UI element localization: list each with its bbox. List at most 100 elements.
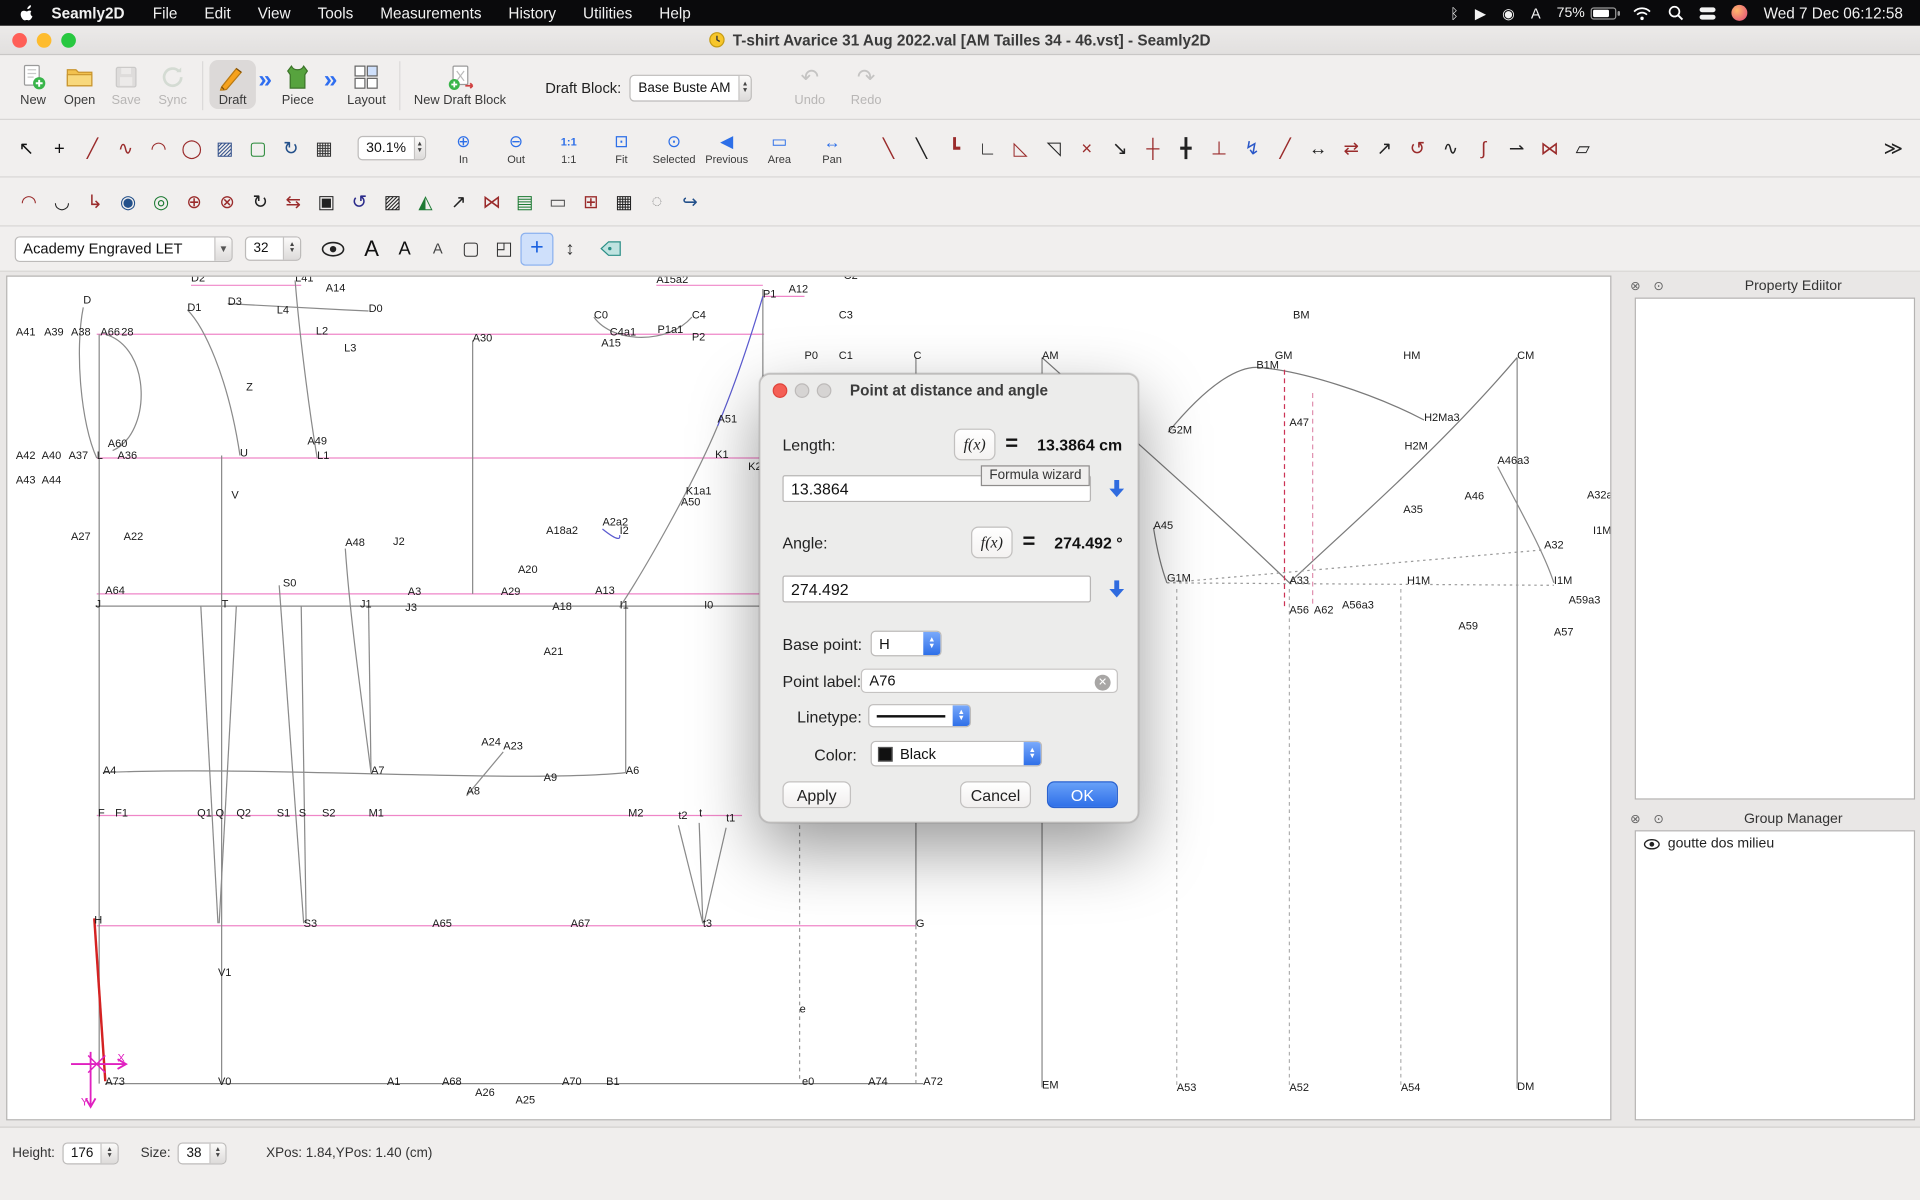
insert-node-tool[interactable]: ▭: [541, 185, 574, 218]
font-family-select[interactable]: Academy Engraved LET ▼: [15, 236, 233, 262]
battery-icon[interactable]: 75%: [1557, 6, 1617, 21]
cubic-bezier-tool[interactable]: ∫: [1467, 132, 1500, 165]
arc-radius-tool[interactable]: ◠: [12, 185, 45, 218]
layout-button[interactable]: Layout: [340, 60, 393, 109]
line-tool[interactable]: ╱: [76, 132, 109, 165]
close-panel-icon[interactable]: ⊗: [1627, 280, 1643, 293]
tile-windows-tool[interactable]: ▦: [307, 132, 340, 165]
size-select[interactable]: 38 ▲▼: [178, 1142, 227, 1164]
anchor-point-tool[interactable]: ◌: [640, 185, 673, 218]
close-panel-icon[interactable]: ⊗: [1627, 812, 1643, 825]
group-tool[interactable]: ▤: [508, 185, 541, 218]
zoom-stepper[interactable]: ▲▼: [413, 137, 424, 159]
size-stepper[interactable]: ▲▼: [209, 1144, 226, 1164]
circle-tool[interactable]: ◉: [111, 185, 144, 218]
zoom-fit-button[interactable]: ⊡Fit: [596, 131, 646, 165]
menu-edit[interactable]: Edit: [191, 4, 244, 21]
tag-tool[interactable]: [599, 240, 623, 257]
user-account-icon[interactable]: ◉: [1502, 4, 1515, 21]
font-size-stepper[interactable]: ▲▼: [283, 238, 300, 260]
property-editor-body[interactable]: [1635, 298, 1915, 800]
text-tool-large[interactable]: A: [355, 232, 388, 265]
export-tool[interactable]: ↗: [442, 185, 475, 218]
base-point-select[interactable]: H ▲▼: [871, 631, 942, 657]
zoom-previous-button[interactable]: ◀Previous: [702, 131, 752, 165]
curve-tool[interactable]: ∿: [109, 132, 142, 165]
apple-menu-icon[interactable]: [17, 4, 34, 22]
export-layout-tool[interactable]: ↪: [673, 185, 706, 218]
rubber-band-zoom-tool[interactable]: ▢: [241, 132, 274, 165]
pan-button[interactable]: ↔Pan: [807, 131, 857, 165]
height-select[interactable]: 176 ▲▼: [62, 1142, 118, 1164]
linetype-select[interactable]: ▲▼: [868, 704, 971, 727]
line-intersect-tool[interactable]: ╱: [1269, 132, 1302, 165]
ellipse-tool[interactable]: ◯: [175, 132, 208, 165]
app-menu[interactable]: Seamly2D: [37, 4, 140, 21]
color-select[interactable]: Black ▲▼: [871, 741, 1042, 767]
input-source-icon[interactable]: A: [1531, 4, 1541, 21]
point-at-distance-angle-tool[interactable]: ╲: [872, 132, 905, 165]
piece-button[interactable]: Piece: [274, 60, 321, 109]
group-manager-body[interactable]: goutte dos milieu: [1635, 830, 1915, 1120]
menu-utilities[interactable]: Utilities: [570, 4, 646, 21]
menu-tools[interactable]: Tools: [304, 4, 367, 21]
show-point-names-eye-icon[interactable]: [321, 241, 345, 257]
menu-help[interactable]: Help: [646, 4, 704, 21]
rotate-objects-tool[interactable]: ↻: [244, 185, 277, 218]
spline-surface-tool[interactable]: ▨: [208, 132, 241, 165]
zoom-in-button[interactable]: ⊕In: [438, 131, 488, 165]
linetype-stepper[interactable]: ▲▼: [953, 705, 970, 726]
hatch-tool[interactable]: ▨: [376, 185, 409, 218]
length-expand-arrow-icon[interactable]: [1103, 475, 1130, 502]
image-tool[interactable]: ▦: [607, 185, 640, 218]
float-panel-icon[interactable]: ⊙: [1651, 812, 1667, 825]
point-of-contact-tool[interactable]: ×: [1070, 132, 1103, 165]
move-tool[interactable]: ⋈: [1533, 132, 1566, 165]
menu-file[interactable]: File: [139, 4, 191, 21]
text-tool-small[interactable]: A: [421, 232, 454, 265]
zoom-area-button[interactable]: ▭Area: [754, 131, 804, 165]
angle-formula-input[interactable]: [782, 576, 1091, 603]
curve-length-tool[interactable]: ↳: [78, 185, 111, 218]
lasso-tool[interactable]: ↯: [1236, 132, 1269, 165]
spotlight-search-icon[interactable]: [1668, 5, 1684, 21]
dashed-circle-tool[interactable]: ◎: [144, 185, 177, 218]
bisector-point-tool[interactable]: ◺: [1004, 132, 1037, 165]
point-label-input[interactable]: A76 ✕: [861, 669, 1118, 693]
arc-two-points-tool[interactable]: ◡: [45, 185, 78, 218]
midpoint-tool[interactable]: ↔: [1302, 132, 1335, 165]
arc-tool[interactable]: ◠: [142, 132, 175, 165]
zoom-out-button[interactable]: ⊖Out: [491, 131, 541, 165]
new-draft-block-button[interactable]: New Draft Block: [407, 60, 514, 109]
height-stepper[interactable]: ▲▼: [101, 1144, 118, 1164]
rotate-view-tool[interactable]: ↻: [274, 132, 307, 165]
menu-clock[interactable]: Wed 7 Dec 06:12:58: [1764, 4, 1903, 21]
menu-view[interactable]: View: [244, 4, 304, 21]
intersect-arcs-tool[interactable]: ⇄: [1335, 132, 1368, 165]
zoom-selected-button[interactable]: ⊙Selected: [649, 131, 699, 165]
length-formula-button[interactable]: f(x): [954, 429, 996, 461]
angle-expand-arrow-icon[interactable]: [1103, 576, 1130, 603]
spline-tool[interactable]: ∿: [1434, 132, 1467, 165]
rounded-rect-tool[interactable]: ▢: [454, 232, 487, 265]
base-point-stepper[interactable]: ▲▼: [923, 632, 940, 655]
clear-field-icon[interactable]: ✕: [1095, 674, 1111, 690]
zoom-one-to-one-button[interactable]: 1:11:1: [544, 131, 594, 165]
draft-button[interactable]: Draft: [209, 60, 256, 109]
point-along-line-tool[interactable]: ┗: [938, 132, 971, 165]
float-panel-icon[interactable]: ⊙: [1651, 280, 1667, 293]
intersect-circle-tangent-tool[interactable]: ⊕: [178, 185, 211, 218]
internal-path-tool[interactable]: ⊞: [574, 185, 607, 218]
intersect-circles-tool[interactable]: ⊗: [211, 185, 244, 218]
open-button[interactable]: Open: [56, 60, 103, 109]
ok-button[interactable]: OK: [1047, 781, 1118, 808]
angle-formula-button[interactable]: f(x): [971, 527, 1013, 559]
bluetooth-icon[interactable]: ᛒ: [1450, 4, 1459, 21]
control-center-icon[interactable]: [1700, 7, 1716, 19]
rotation-origin-tool[interactable]: ↺: [343, 185, 376, 218]
color-stepper[interactable]: ▲▼: [1024, 742, 1041, 765]
play-icon[interactable]: ▶: [1475, 4, 1486, 21]
union-tool[interactable]: ⋈: [475, 185, 508, 218]
apply-button[interactable]: Apply: [782, 781, 851, 808]
spline-box-tool[interactable]: ◰: [487, 232, 520, 265]
